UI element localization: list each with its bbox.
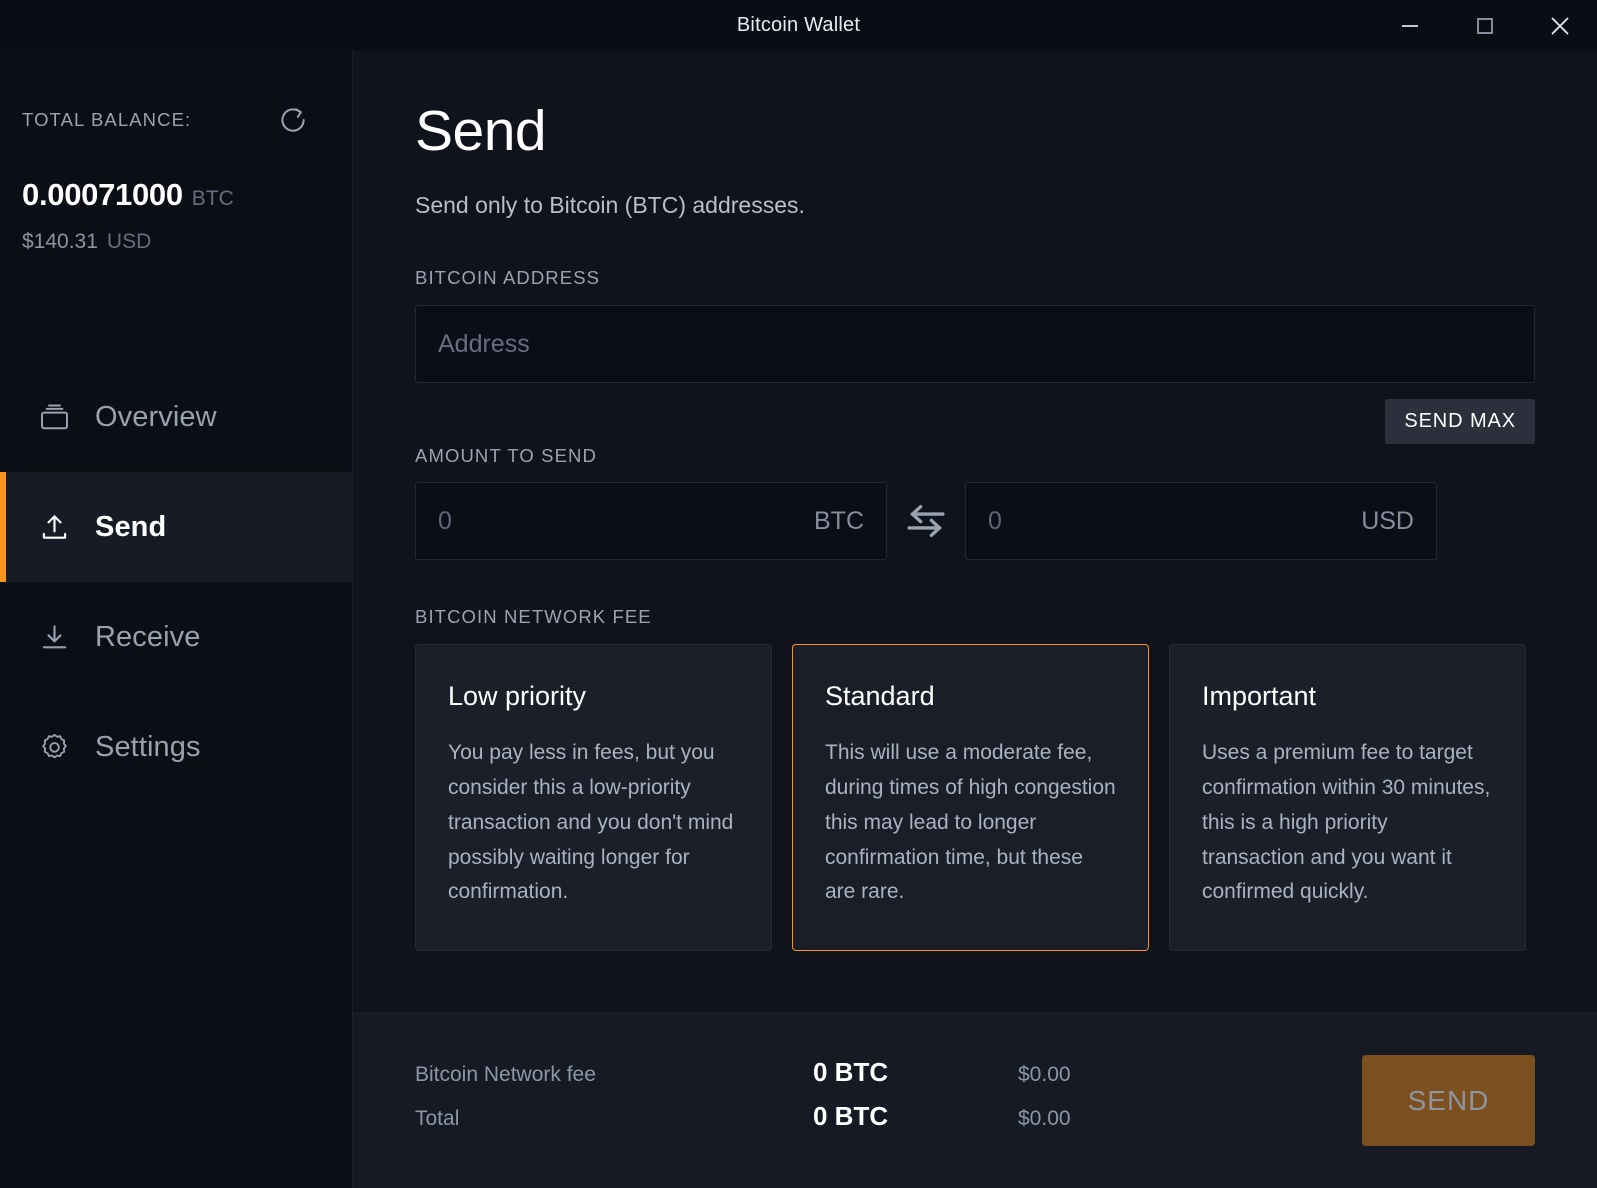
sidebar: TOTAL BALANCE: 0.00071000 BTC $140.31 US… xyxy=(0,51,353,1188)
amount-section: AMOUNT TO SEND SEND MAX 0 BTC 0 USD xyxy=(415,399,1535,560)
page-subtitle: Send only to Bitcoin (BTC) addresses. xyxy=(415,192,805,218)
amount-btc-placeholder: 0 xyxy=(438,506,452,535)
address-input[interactable]: Address xyxy=(415,305,1535,383)
balance-panel: TOTAL BALANCE: 0.00071000 BTC $140.31 US… xyxy=(0,51,352,254)
sidebar-item-label: Send xyxy=(95,510,167,543)
balance-header: TOTAL BALANCE: xyxy=(22,105,330,135)
send-summary-footer: Bitcoin Network fee 0 BTC $0.00 Total 0 … xyxy=(353,1012,1597,1188)
download-arrow-icon xyxy=(36,622,72,652)
fee-option-description: You pay less in fees, but you consider t… xyxy=(448,741,734,904)
fee-option-standard[interactable]: Standard This will use a moderate fee, d… xyxy=(792,644,1149,952)
send-button[interactable]: SEND xyxy=(1362,1055,1535,1146)
amount-usd-placeholder: 0 xyxy=(988,506,1002,535)
fee-label: BITCOIN NETWORK FEE xyxy=(415,606,652,627)
maximize-button[interactable] xyxy=(1447,0,1522,51)
app-shell: TOTAL BALANCE: 0.00071000 BTC $140.31 US… xyxy=(0,51,1597,1188)
refresh-icon[interactable] xyxy=(278,105,308,135)
summary-usd-value: $0.00 xyxy=(1018,1106,1071,1130)
amount-label: AMOUNT TO SEND xyxy=(415,445,597,466)
send-form: Send Send only to Bitcoin (BTC) addresse… xyxy=(353,51,1597,1012)
title-bar: Bitcoin Wallet xyxy=(0,0,1597,51)
amount-usd-input[interactable]: 0 USD xyxy=(965,482,1437,560)
minimize-icon xyxy=(1401,24,1418,27)
sidebar-item-receive[interactable]: Receive xyxy=(0,582,352,692)
sidebar-nav: Overview Send Receive Settings xyxy=(0,362,352,802)
summary-row-network-fee: Bitcoin Network fee 0 BTC $0.00 xyxy=(415,1057,1362,1101)
summary-table: Bitcoin Network fee 0 BTC $0.00 Total 0 … xyxy=(415,1057,1362,1145)
amount-header: AMOUNT TO SEND xyxy=(415,423,1535,467)
sidebar-item-settings[interactable]: Settings xyxy=(0,692,352,802)
amount-inputs-row: 0 BTC 0 USD xyxy=(415,482,1535,560)
balance-usd-unit: USD xyxy=(106,230,152,253)
window-controls xyxy=(1372,0,1597,51)
balance-usd-row: $140.31 USD xyxy=(22,230,330,254)
summary-btc-value: 0 BTC xyxy=(813,1100,889,1131)
summary-row-total: Total 0 BTC $0.00 xyxy=(415,1101,1362,1145)
balance-btc-unit: BTC xyxy=(191,187,234,210)
amount-usd-unit: USD xyxy=(1361,506,1414,535)
address-placeholder: Address xyxy=(438,329,530,358)
summary-btc-value: 0 BTC xyxy=(813,1056,889,1087)
window-title: Bitcoin Wallet xyxy=(736,14,861,36)
balance-btc-amount: 0.00071000 xyxy=(22,177,183,212)
gear-icon xyxy=(36,731,72,763)
swap-arrows-icon[interactable] xyxy=(887,495,965,547)
page-title: Send xyxy=(415,99,547,163)
main-content: Send Send only to Bitcoin (BTC) addresse… xyxy=(353,51,1597,1188)
sidebar-item-label: Receive xyxy=(95,620,201,653)
balance-usd-amount: $140.31 xyxy=(22,230,98,253)
address-section: BITCOIN ADDRESS Address xyxy=(415,267,1535,383)
amount-btc-input[interactable]: 0 BTC xyxy=(415,482,887,560)
balance-btc-row: 0.00071000 BTC xyxy=(22,177,330,213)
fee-section: BITCOIN NETWORK FEE Low priority You pay… xyxy=(415,606,1535,952)
send-max-button[interactable]: SEND MAX xyxy=(1385,399,1535,444)
minimize-button[interactable] xyxy=(1372,0,1447,51)
summary-label: Total xyxy=(415,1106,460,1130)
address-label: BITCOIN ADDRESS xyxy=(415,267,601,288)
amount-btc-unit: BTC xyxy=(814,506,864,535)
summary-label: Bitcoin Network fee xyxy=(415,1062,596,1086)
close-icon xyxy=(1550,16,1569,35)
fee-option-description: This will use a moderate fee, during tim… xyxy=(825,741,1116,904)
wallet-icon xyxy=(36,402,72,432)
sidebar-item-send[interactable]: Send xyxy=(0,472,352,582)
fee-option-title: Low priority xyxy=(448,681,587,711)
fee-options: Low priority You pay less in fees, but y… xyxy=(415,644,1535,952)
fee-option-title: Important xyxy=(1202,681,1317,711)
upload-arrow-icon xyxy=(36,512,72,542)
fee-option-low-priority[interactable]: Low priority You pay less in fees, but y… xyxy=(415,644,772,952)
close-button[interactable] xyxy=(1522,0,1597,51)
fee-option-important[interactable]: Important Uses a premium fee to target c… xyxy=(1169,644,1526,952)
sidebar-item-label: Settings xyxy=(95,730,201,763)
fee-option-title: Standard xyxy=(825,681,935,711)
balance-label: TOTAL BALANCE: xyxy=(22,109,192,130)
summary-usd-value: $0.00 xyxy=(1018,1062,1071,1086)
maximize-icon xyxy=(1476,17,1493,34)
sidebar-item-label: Overview xyxy=(95,400,217,433)
sidebar-item-overview[interactable]: Overview xyxy=(0,362,352,472)
fee-option-description: Uses a premium fee to target confirmatio… xyxy=(1202,741,1491,904)
